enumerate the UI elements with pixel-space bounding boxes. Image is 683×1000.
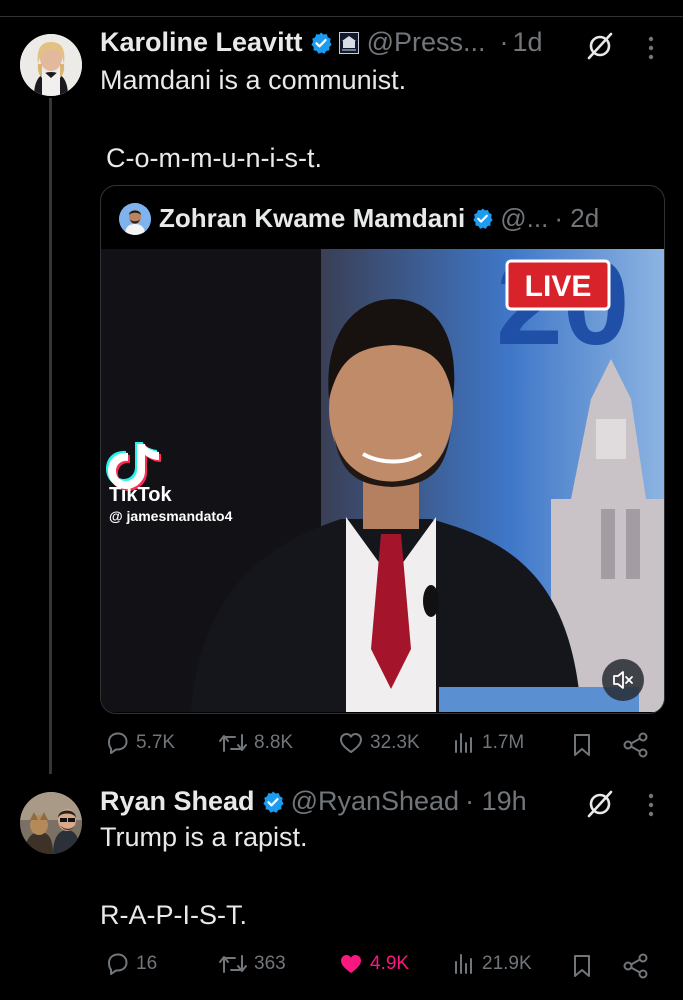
tweet1-text-line2: C-o-m-m-u-n-i-s-t.	[106, 143, 322, 173]
share-icon[interactable]	[622, 732, 650, 758]
tweet2-header: Ryan Shead @RyanShead · 19h	[100, 786, 527, 817]
tweet1-actions: 5.7K 8.8K 32.3K 1.7M	[100, 728, 660, 762]
reply-count: 16	[136, 953, 158, 974]
like-icon	[341, 955, 361, 973]
quoted-handle[interactable]: @...	[500, 203, 548, 234]
views-count: 21.9K	[482, 953, 532, 974]
quoted-time[interactable]: · 2d	[554, 203, 599, 234]
views-icon	[455, 733, 472, 753]
reply-button[interactable]: 5.7K	[104, 730, 175, 756]
tweet1-separator: ·	[499, 27, 509, 57]
like-icon	[340, 733, 362, 753]
avatar-karoline-leavitt[interactable]	[20, 34, 82, 96]
quoted-display-name[interactable]: Zohran Kwame Mamdani	[159, 203, 465, 234]
more-icon[interactable]	[644, 792, 658, 818]
video-frame: 20 LIVE TikTok @ jamesmandato	[101, 249, 664, 712]
share-icon[interactable]	[622, 953, 650, 979]
tiktok-username: @ jamesmandato4	[109, 508, 233, 524]
repost-button[interactable]: 8.8K	[218, 730, 293, 756]
avatar-ryan-shead[interactable]	[20, 792, 82, 854]
bookmark-icon[interactable]	[570, 953, 594, 979]
tweet1-handle[interactable]: @Press...	[367, 27, 486, 58]
views-button[interactable]: 21.9K	[452, 951, 532, 977]
like-button[interactable]: 4.9K	[338, 951, 409, 977]
reply-icon	[108, 953, 128, 975]
tweet1-display-name[interactable]: Karoline Leavitt	[100, 27, 303, 58]
repost-count: 363	[254, 953, 286, 974]
like-count: 4.9K	[370, 953, 410, 974]
verified-badge-icon	[310, 32, 332, 54]
reply-count: 5.7K	[136, 732, 176, 753]
tweet1-text-line1: Mamdani is a communist.	[100, 65, 407, 95]
tiktok-label: TikTok	[109, 484, 172, 506]
like-button[interactable]: 32.3K	[338, 730, 420, 756]
thread-connector-line	[49, 98, 52, 774]
tweet2-actions: 16 363 4.9K 21.9K	[100, 949, 660, 983]
verified-badge-icon	[473, 208, 493, 229]
repost-button[interactable]: 363	[218, 951, 286, 977]
top-divider	[0, 16, 683, 17]
bookmark-icon[interactable]	[570, 732, 594, 758]
tweet2-handle[interactable]: @RyanShead	[291, 786, 460, 817]
white-house-badge-icon	[338, 31, 359, 54]
tweet1-header: Karoline Leavitt @Press... · 1d	[100, 27, 543, 58]
repost-count: 8.8K	[254, 732, 294, 753]
views-icon	[455, 954, 472, 974]
video-player[interactable]: 20 LIVE TikTok @ jamesmandato	[101, 249, 664, 712]
grok-icon[interactable]	[585, 31, 615, 61]
tweet1-time[interactable]: 1d	[513, 27, 543, 58]
like-count: 32.3K	[370, 732, 420, 753]
views-button[interactable]: 1.7M	[452, 730, 524, 756]
avatar-zohran-mamdani[interactable]	[119, 203, 151, 235]
reply-icon	[108, 732, 128, 754]
tweet2-display-name[interactable]: Ryan Shead	[100, 786, 255, 817]
mute-button[interactable]	[602, 659, 644, 701]
reply-button[interactable]: 16	[104, 951, 157, 977]
tweet2-text-line1: Trump is a rapist.	[100, 822, 308, 852]
mute-icon	[613, 671, 633, 689]
tweet2-text-line2: R-A-P-I-S-T.	[100, 900, 247, 930]
live-badge: LIVE	[525, 270, 592, 303]
repost-icon	[219, 955, 247, 973]
quoted-header: Zohran Kwame Mamdani @... · 2d	[159, 203, 599, 234]
verified-badge-icon	[262, 791, 284, 813]
views-count: 1.7M	[482, 732, 525, 753]
grok-icon[interactable]	[585, 789, 615, 819]
more-icon[interactable]	[644, 35, 658, 61]
quoted-tweet-card[interactable]: Zohran Kwame Mamdani @... · 2d LIVE TikT…	[100, 185, 665, 714]
repost-icon	[219, 734, 247, 752]
tweet2-time[interactable]: · 19h	[465, 786, 527, 817]
